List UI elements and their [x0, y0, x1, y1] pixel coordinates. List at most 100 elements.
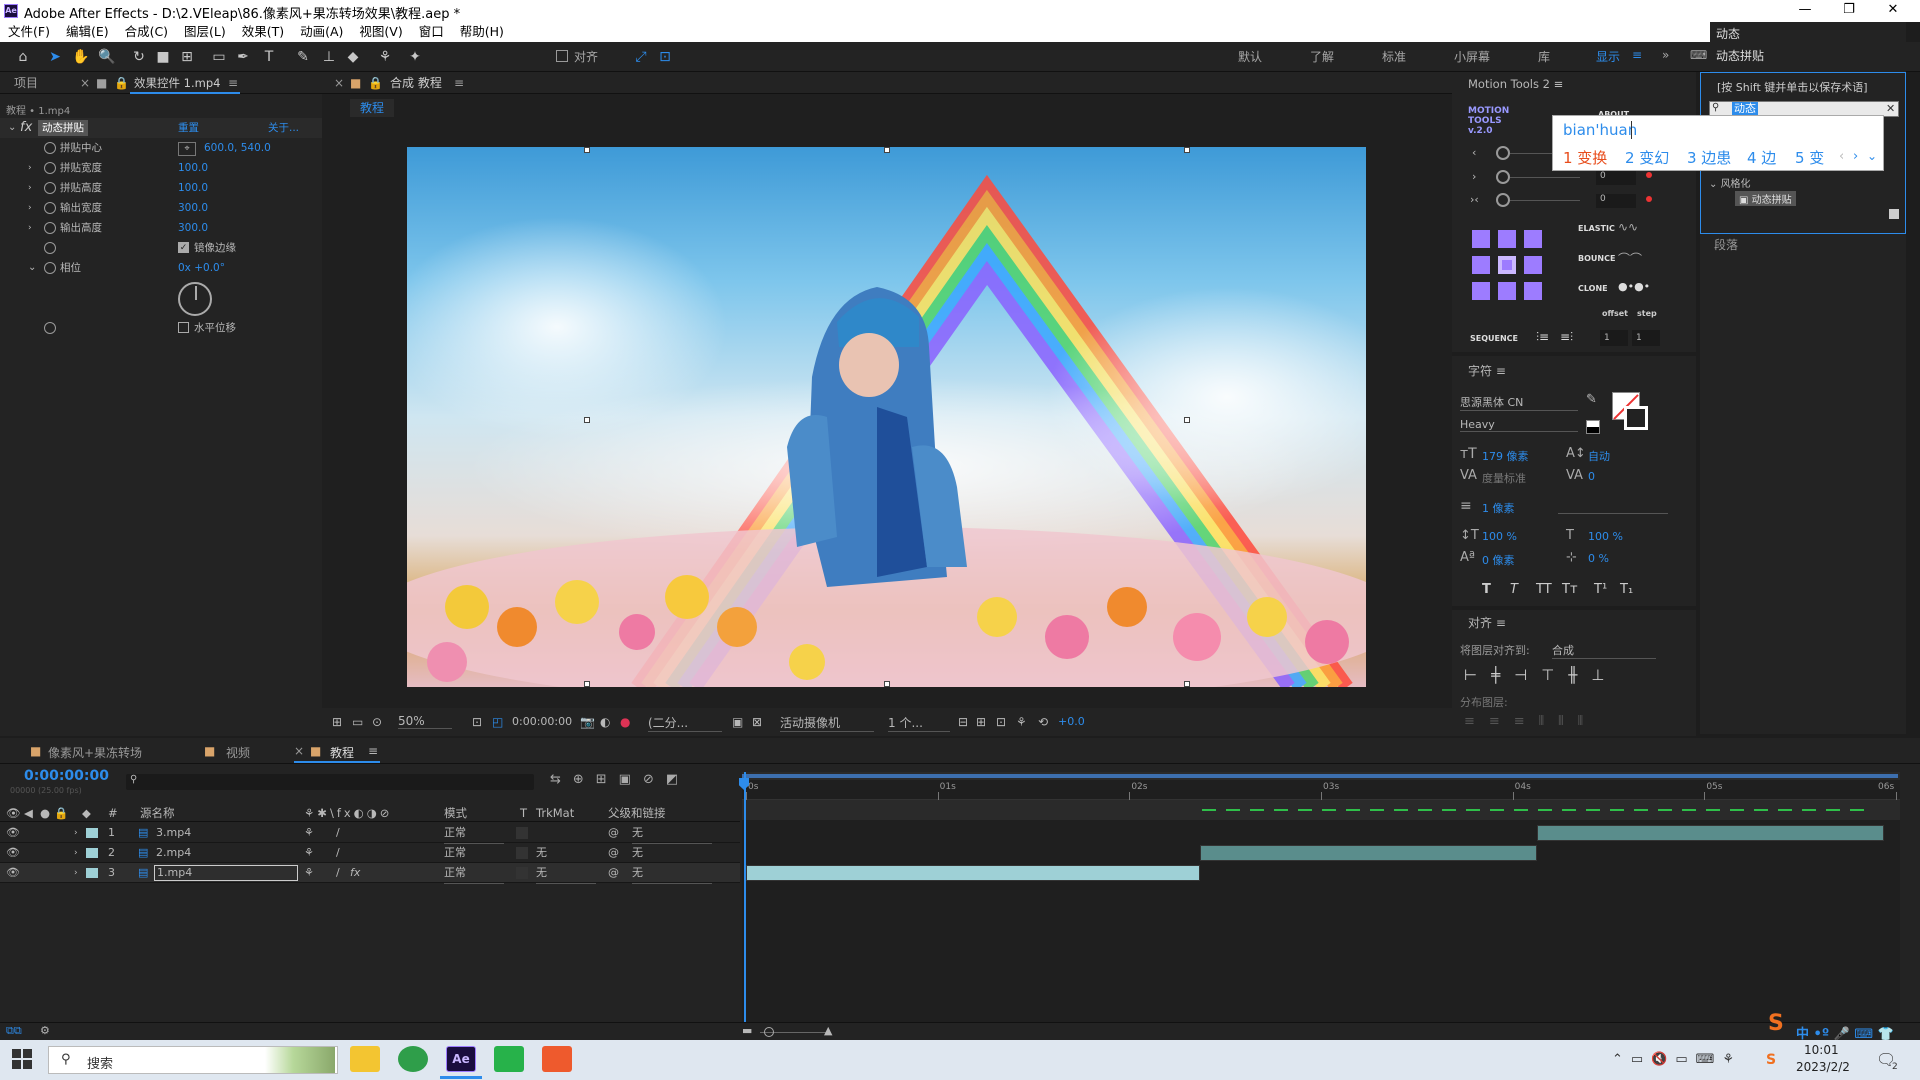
flowchart-icon[interactable]: ⚘ [1016, 715, 1027, 729]
snap-grid-icon[interactable]: ⊡ [654, 47, 676, 67]
clock-date[interactable]: 2023/2/2 [1796, 1060, 1850, 1074]
anchor-cell[interactable] [1524, 230, 1542, 248]
quality-switch-icon[interactable]: / [336, 823, 340, 843]
menu-effect[interactable]: 效果(T) [242, 24, 284, 39]
prop-value[interactable]: 100.0 [178, 178, 208, 198]
tab-project[interactable]: 项目 [14, 72, 38, 94]
default-colors-icon[interactable] [1586, 420, 1600, 434]
col-source-name[interactable]: 源名称 [140, 804, 175, 822]
expand-icon[interactable]: › [74, 823, 78, 843]
tab-video[interactable]: 视频 [226, 744, 250, 761]
layer-row[interactable]: 👁 › 1 ▤ 3.mp4 ⚘ / 正常 @ 无 [0, 823, 740, 844]
layer-row[interactable]: 👁 › 2 ▤ 2.mp4 ⚘ / 正常 无 @ 无 [0, 843, 740, 864]
blend-mode-dropdown[interactable]: 正常 [444, 863, 504, 884]
ime-candidate-2[interactable]: 2 变幻 [1625, 147, 1669, 168]
preserve-transparency[interactable] [516, 827, 528, 839]
col-mode[interactable]: 模式 [444, 804, 467, 822]
prop-value[interactable]: 300.0 [178, 218, 208, 238]
transform-handle[interactable] [584, 147, 590, 153]
eyedropper-icon[interactable]: ✎ [1586, 392, 1597, 407]
puppet-tool-icon[interactable]: ✦ [404, 47, 426, 67]
label-color-swatch[interactable] [86, 848, 98, 858]
grid-icon[interactable]: ⊡ [472, 715, 482, 729]
zoom-dropdown[interactable]: 50% [398, 714, 452, 729]
channel-icon[interactable]: ● [620, 715, 630, 729]
stopwatch-icon[interactable] [44, 218, 56, 238]
anchor-cell[interactable] [1472, 282, 1490, 300]
taskbar-search-box[interactable]: ⚲ 搜索 [48, 1046, 338, 1074]
hand-tool-icon[interactable]: ✋ [70, 47, 92, 67]
anchor-cell[interactable] [1498, 256, 1516, 274]
pan-behind-tool-icon[interactable]: ⊞ [176, 47, 198, 67]
panel-menu-icon[interactable]: ≡ [1496, 616, 1506, 630]
lock-icon-2[interactable]: 🔒 [114, 72, 129, 94]
pickwhip-icon[interactable]: @ [608, 863, 619, 883]
blend-mode-dropdown[interactable]: 正常 [444, 823, 504, 844]
reset-exposure-icon[interactable]: ⟲ [1038, 715, 1048, 729]
font-size-value[interactable]: 179 像素 [1482, 448, 1529, 464]
expand-icon[interactable]: › [74, 843, 78, 863]
workspace-learn[interactable]: 了解 [1310, 48, 1334, 65]
transform-handle[interactable] [1184, 417, 1190, 423]
visibility-eye-icon[interactable]: 👁 [6, 863, 20, 883]
pickwhip-icon[interactable]: @ [608, 843, 619, 863]
stopwatch-icon[interactable] [44, 258, 56, 278]
workspace-standard[interactable]: 标准 [1382, 48, 1406, 65]
home-icon[interactable]: ⌂ [12, 47, 34, 67]
transform-handle[interactable] [584, 681, 590, 687]
resolution-dropdown[interactable]: (二分... [648, 714, 722, 732]
kerning-value[interactable]: 度量标准 [1482, 470, 1526, 486]
layer-name[interactable]: 3.mp4 [156, 823, 191, 843]
playhead[interactable] [744, 772, 746, 1024]
anchor-right-icon[interactable]: › [1472, 170, 1476, 183]
layer-bar[interactable] [1537, 825, 1885, 841]
timeline-timecode[interactable]: 0:00:00:00 [24, 768, 109, 784]
pen-tool-icon[interactable]: ✒ [232, 47, 254, 67]
stopwatch-icon[interactable] [44, 158, 56, 178]
anchor-cell[interactable] [1498, 282, 1516, 300]
blend-mode-dropdown[interactable]: 正常 [444, 843, 504, 864]
point-target-icon[interactable]: ⌖ [178, 142, 196, 156]
panel-menu-icon[interactable]: ≡ [228, 72, 238, 94]
current-time[interactable]: 0:00:00:00 [512, 715, 572, 728]
subscript-button[interactable]: T₁ [1620, 582, 1633, 597]
ime-candidate-1[interactable]: 1 变换 [1563, 147, 1607, 168]
stroke-color-swatch[interactable] [1624, 406, 1648, 430]
anchor-grid[interactable] [1472, 230, 1544, 302]
anchor-both-icon[interactable]: ›‹ [1470, 193, 1479, 206]
layer-bar[interactable] [746, 865, 1201, 881]
comp-breadcrumb-tab[interactable]: 教程 [350, 99, 395, 117]
parent-dropdown[interactable]: 无 [632, 843, 712, 864]
recorder-icon[interactable] [542, 1046, 572, 1072]
stopwatch-icon[interactable] [44, 318, 56, 338]
stroke-width-value[interactable]: 1 像素 [1482, 500, 1515, 516]
prop-value[interactable]: 100.0 [178, 158, 208, 178]
small-caps-button[interactable]: Tт [1562, 582, 1578, 597]
prop-value[interactable]: 600.0, 540.0 [204, 138, 271, 158]
render-time-icon[interactable]: ⧉⧉ [6, 1024, 22, 1038]
label-color-swatch[interactable] [86, 828, 98, 838]
tab-effect-controls[interactable]: 效果控件 1.mp4 [134, 72, 220, 94]
slider-knob[interactable] [1496, 193, 1510, 207]
slider-value[interactable]: 0 [1596, 194, 1636, 208]
workspace-library[interactable]: 库 [1538, 48, 1550, 65]
expand-icon[interactable]: › [74, 863, 78, 883]
ime-expand-icon[interactable]: ⌄ [1867, 149, 1877, 163]
transform-handle[interactable] [1184, 681, 1190, 687]
work-area-bar[interactable] [742, 772, 1900, 780]
sequence-backward-icon[interactable]: ≡⫶ [1560, 330, 1573, 345]
transparency-icon[interactable]: ⊠ [752, 715, 762, 729]
ime-candidate-5[interactable]: 5 变 [1795, 147, 1824, 168]
tree-item-motion-tile[interactable]: ▣ 动态拼贴 [1735, 191, 1796, 206]
baseline-shift-value[interactable]: 0 像素 [1482, 552, 1515, 568]
timeline-scroll-right[interactable] [1902, 772, 1920, 1024]
font-family-dropdown[interactable]: 思源黑体 CN [1460, 394, 1578, 411]
slider-knob[interactable] [1496, 146, 1510, 160]
maximize-icon[interactable]: ❐ [1834, 2, 1864, 17]
layer-search-input[interactable]: ⚲ [126, 774, 534, 790]
slider-value[interactable]: 0 [1596, 171, 1636, 185]
elastic-button[interactable]: ELASTIC [1578, 224, 1615, 233]
slider-track[interactable] [1510, 177, 1580, 178]
anchor-cell[interactable] [1524, 282, 1542, 300]
zoom-knob[interactable] [764, 1027, 774, 1037]
